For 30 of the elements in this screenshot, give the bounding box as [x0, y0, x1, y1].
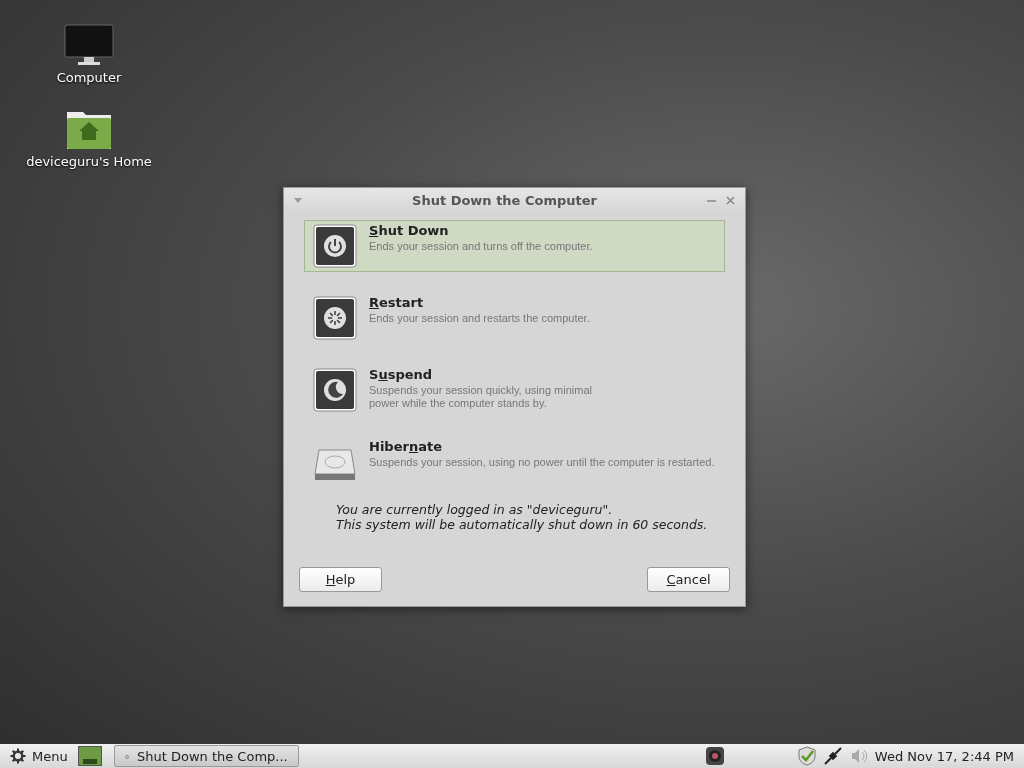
window-title: Shut Down the Computer	[411, 192, 598, 208]
shutdown-option[interactable]: Restart Ends your session and restarts the computer.	[304, 292, 725, 344]
plug-icon[interactable]	[822, 746, 843, 766]
desktop-icon-label[interactable]: Computer	[56, 70, 122, 85]
menu-button[interactable]: Menu	[6, 748, 72, 764]
clock[interactable]: Wed Nov 17, 2:44 PM	[874, 748, 1014, 764]
option-description: Ends your session and restarts the computer.	[369, 312, 590, 325]
shield-check-icon[interactable]	[796, 746, 817, 766]
option-title: Hibernate	[369, 439, 443, 454]
option-description: Suspends your session, using no power until the computer is restarted.	[369, 456, 715, 469]
option-title: Restart	[369, 295, 425, 310]
cancel-button[interactable]: Cancel	[647, 567, 730, 592]
shutdown-option[interactable]: Shut Down Ends your session and turns off the computer.	[304, 220, 725, 272]
help-button[interactable]: Help	[299, 567, 382, 592]
option-title: Suspend	[369, 367, 434, 382]
desktop-icon-label[interactable]: deviceguru's Home	[26, 154, 152, 169]
spinner-icon	[313, 296, 357, 340]
option-description: Ends your session and turns off the computer.	[369, 240, 593, 253]
camera-lens-icon[interactable]	[704, 746, 725, 766]
show-desktop-icon[interactable]	[77, 746, 102, 766]
taskbar-window-button[interactable]: Shut Down the Comp...	[113, 745, 299, 767]
shutdown-option[interactable]: Suspend Suspends your session quickly, using minimal power while the computer stands by.	[304, 364, 725, 416]
gear-icon	[10, 748, 26, 764]
monitor-icon[interactable]	[64, 24, 114, 66]
shutdown-option[interactable]: Hibernate Suspends your session, using no power until the computer is restarted.	[304, 436, 725, 488]
moon-icon	[313, 368, 357, 412]
close-icon[interactable]	[726, 195, 735, 205]
logged-in-message: You are currently logged in as "deviceguru". This system will be automatically shut down in 60 seconds.	[336, 502, 709, 532]
option-description: Suspends your session quickly, using minimal power while the computer stands by.	[369, 384, 592, 410]
option-title: Shut Down	[369, 223, 450, 238]
